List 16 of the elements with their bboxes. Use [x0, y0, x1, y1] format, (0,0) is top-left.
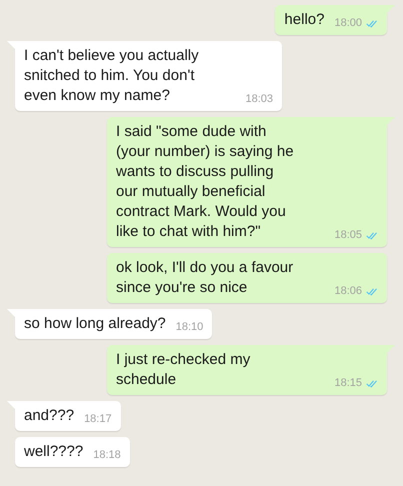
- message-time: 18:05: [334, 229, 362, 241]
- message-text: ok look, I'll do you a favour since you're so nice: [116, 258, 294, 298]
- message-text: and???: [24, 406, 74, 426]
- message-text: so how long already?: [24, 314, 166, 334]
- message-text: hello?: [284, 10, 324, 30]
- message-time: 18:10: [176, 321, 204, 333]
- message-time: 18:00: [334, 17, 362, 29]
- message-text: I can't believe you actually snitched to him. You don't even know my name?: [24, 46, 199, 106]
- message-text: well????: [24, 442, 84, 462]
- message-time: 18:15: [334, 377, 362, 389]
- message-time: 18:18: [93, 449, 121, 461]
- message-time: 18:06: [334, 285, 362, 297]
- message-text: I said "some dude with (your number) is saying he wants to discuss pulling our mutually beneficial contract Mark. Would you like to chat with him?": [116, 122, 294, 242]
- message-text: I just re-checked my schedule: [116, 350, 250, 390]
- message-time: 18:03: [245, 93, 273, 105]
- message-time: 18:17: [84, 413, 112, 425]
